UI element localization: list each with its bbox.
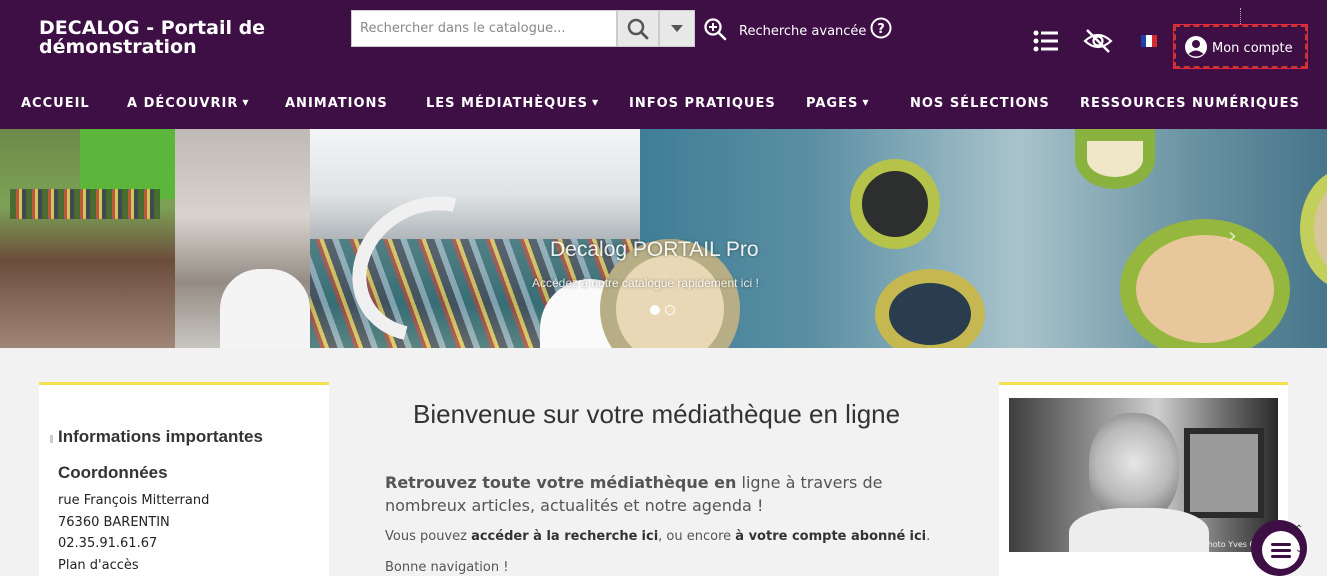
search-options-button[interactable] <box>659 10 695 47</box>
nav-item-a-decouvrir[interactable]: A DÉCOUVRIR ▼ <box>127 96 249 111</box>
hero-carousel[interactable]: Decalog PORTAIL Pro Accédez à notre cata… <box>0 129 1327 348</box>
help-button[interactable]: ? <box>870 17 892 43</box>
search-bar <box>351 10 695 47</box>
eye-slash-icon <box>1083 29 1113 53</box>
caret-down-icon: ▼ <box>242 98 250 107</box>
question-circle-icon: ? <box>870 17 892 39</box>
search-here-link[interactable]: ici <box>642 529 659 544</box>
carousel-title: Decalog PORTAIL Pro <box>550 238 759 261</box>
intro-text: Retrouvez toute votre médiathèque en lig… <box>385 473 883 515</box>
access-map-link[interactable]: Plan d'accès <box>58 558 139 573</box>
address-city: 76360 BARENTIN <box>58 515 170 530</box>
info-heading: Informations importantes <box>58 427 263 446</box>
zoom-plus-icon <box>704 18 727 41</box>
search-icon <box>627 18 649 39</box>
my-account-button[interactable]: Mon compte <box>1173 24 1308 69</box>
closing-text: Bonne navigation ! <box>385 560 509 575</box>
caret-down-icon: ▼ <box>592 98 600 107</box>
chevron-down-icon[interactable]: ⌄ <box>1289 540 1309 560</box>
nav-item-pages[interactable]: PAGES ▼ <box>806 96 869 111</box>
banner-photo-reading <box>175 129 310 348</box>
search-button[interactable] <box>617 10 659 47</box>
nav-item-infos-pratiques[interactable]: INFOS PRATIQUES <box>629 96 776 111</box>
access-text: Vous pouvez accéder à la recherche ici, … <box>385 529 931 544</box>
list-icon <box>1033 30 1058 52</box>
page-title: Bienvenue sur votre médiathèque en ligne <box>413 399 901 429</box>
nav-item-animations[interactable]: ANIMATIONS <box>285 96 388 111</box>
divider <box>1240 8 1241 24</box>
carousel-dot-1[interactable] <box>650 305 660 315</box>
accessibility-toggle[interactable] <box>1083 28 1113 58</box>
advanced-search-label: Recherche avancée <box>739 23 867 39</box>
featured-card: Photo Yves Quent <box>999 382 1288 576</box>
main-nav: ACCUEIL A DÉCOUVRIR ▼ ANIMATIONS LES MÉDI… <box>0 96 1327 118</box>
caret-down-icon: ▼ <box>862 98 870 107</box>
list-view-button[interactable] <box>1033 30 1059 56</box>
search-input[interactable] <box>351 10 617 47</box>
chevron-right-icon[interactable]: › <box>1228 224 1237 249</box>
carousel-dot-2[interactable] <box>665 305 675 315</box>
carousel-indicators <box>650 305 675 315</box>
advanced-search-link[interactable]: Recherche avancée <box>703 17 866 41</box>
contact-heading: Coordonnées <box>58 463 168 482</box>
nav-item-nos-selections[interactable]: NOS SÉLECTIONS <box>910 96 1050 111</box>
address-street: rue François Mitterrand <box>58 493 210 508</box>
my-account-label: Mon compte <box>1212 41 1293 56</box>
featured-photo[interactable]: Photo Yves Quent <box>1009 398 1278 552</box>
nav-item-mediatheques[interactable]: LES MÉDIATHÈQUES ▼ <box>426 96 599 111</box>
scroll-controls[interactable]: ⌃ ⌄ <box>1289 520 1309 564</box>
carousel-subtitle[interactable]: Accédez à notre catalogue rapidement ici… <box>532 276 759 290</box>
svg-text:?: ? <box>877 22 885 37</box>
site-header: DECALOG - Portail de démonstration Reche… <box>0 0 1327 129</box>
heading-accent <box>50 435 53 443</box>
info-card: Informations importantes Coordonnées rue… <box>39 382 329 576</box>
caret-down-icon <box>671 24 683 32</box>
phone-number: 02.35.91.61.67 <box>58 536 158 551</box>
chevron-up-icon[interactable]: ⌃ <box>1289 520 1309 540</box>
site-brand[interactable]: DECALOG - Portail de démonstration <box>39 19 299 57</box>
french-flag-icon[interactable] <box>1141 35 1157 47</box>
user-circle-icon <box>1185 35 1207 58</box>
account-here-link[interactable]: ici <box>909 529 926 544</box>
banner-photo-library <box>0 129 175 348</box>
nav-item-accueil[interactable]: ACCUEIL <box>21 96 90 111</box>
nav-item-ressources-numeriques[interactable]: RESSOURCES NUMÉRIQUES <box>1080 96 1300 111</box>
